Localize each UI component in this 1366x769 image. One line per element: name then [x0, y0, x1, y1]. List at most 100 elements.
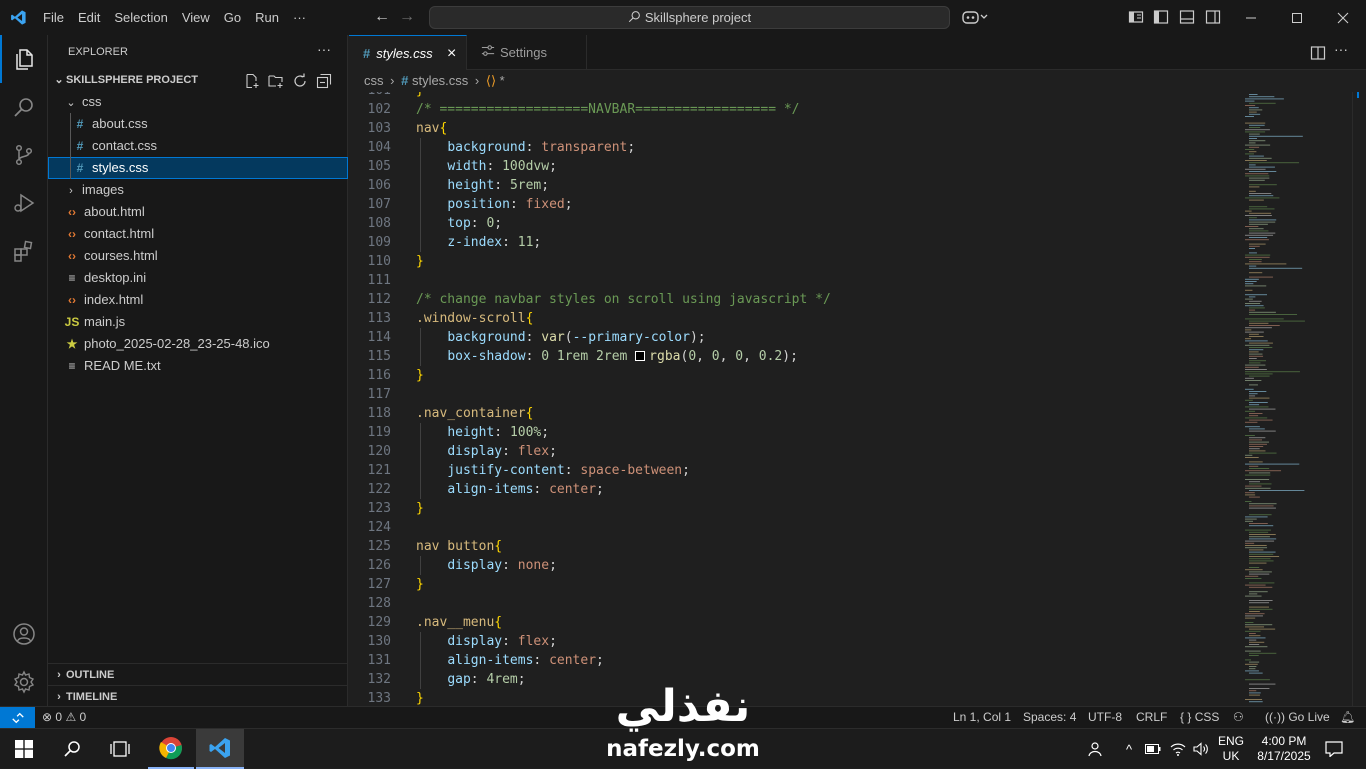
code-editor[interactable]: 101 } 102 /* ===================NAVBAR===…	[349, 92, 1239, 706]
copilot-status-icon[interactable]: ⚇	[1233, 707, 1244, 728]
minimap-line	[1249, 441, 1269, 443]
more-editor-actions[interactable]: ···	[1334, 41, 1348, 57]
vscode-logo-icon	[0, 0, 36, 35]
file-item[interactable]: # contact.css	[48, 135, 348, 157]
line-number: 124	[367, 520, 391, 535]
wifi-icon[interactable]	[1167, 729, 1189, 769]
menu-item[interactable]: File	[36, 0, 71, 35]
explorer-icon[interactable]	[0, 35, 48, 83]
line-number: 122	[367, 482, 391, 497]
chrome-icon[interactable]	[148, 729, 194, 769]
language-indicator[interactable]: ENG UK	[1212, 729, 1250, 769]
minimap-line	[1249, 415, 1259, 417]
tab-styles-css[interactable]: # styles.css ×	[349, 35, 467, 71]
taskbar-search-icon[interactable]	[48, 729, 96, 769]
task-view-icon[interactable]	[96, 729, 144, 769]
vscode-taskbar-icon[interactable]	[196, 729, 244, 769]
chevron-up-icon[interactable]: ^	[1119, 729, 1139, 769]
vertical-scrollbar[interactable]	[1352, 92, 1366, 706]
file-item[interactable]: ‹› about.html	[48, 201, 348, 223]
minimap-line	[1249, 430, 1276, 432]
source-control-icon[interactable]	[0, 131, 48, 179]
people-icon[interactable]	[1082, 729, 1106, 769]
notifications-bell-icon[interactable]: 🔔︎	[1340, 707, 1355, 728]
file-item[interactable]: ‹› courses.html	[48, 245, 348, 267]
minimap-line	[1249, 127, 1261, 128]
menu-item[interactable]: Run	[248, 0, 286, 35]
problems-indicator[interactable]: ⊗ 0 ⚠ 0	[42, 707, 86, 728]
minimap-line	[1249, 135, 1303, 137]
folder-item[interactable]: ⌄ css	[48, 91, 348, 113]
tab-settings[interactable]: Settings	[467, 35, 587, 70]
file-item[interactable]: ≡ desktop.ini	[48, 267, 348, 289]
new-file-icon[interactable]	[244, 73, 260, 92]
indentation[interactable]: Spaces: 4	[1023, 707, 1076, 728]
remote-icon[interactable]	[0, 707, 35, 728]
search-view-icon[interactable]	[0, 83, 48, 131]
file-item[interactable]: ‹› contact.html	[48, 223, 348, 245]
new-folder-icon[interactable]	[268, 73, 284, 92]
toggle-primary-sidebar-icon[interactable]	[1153, 9, 1169, 25]
code-token: 0	[688, 349, 697, 364]
battery-icon[interactable]	[1143, 729, 1163, 769]
split-editor-icon[interactable]	[1310, 45, 1326, 64]
breadcrumb-file[interactable]: styles.css	[412, 73, 468, 88]
minimap-line	[1245, 256, 1270, 258]
menu-item[interactable]: Selection	[107, 0, 174, 35]
windows-start-icon[interactable]	[0, 729, 48, 769]
menu-item[interactable]: Edit	[71, 0, 107, 35]
customize-layout-icon[interactable]	[1128, 9, 1144, 25]
refresh-icon[interactable]	[292, 73, 308, 92]
end-of-line[interactable]: CRLF	[1136, 707, 1167, 728]
menu-item[interactable]: ···	[286, 0, 313, 35]
notification-center-icon[interactable]	[1318, 729, 1350, 769]
volume-icon[interactable]	[1190, 729, 1212, 769]
language-mode[interactable]: { } CSS	[1180, 707, 1219, 728]
breadcrumb-symbol[interactable]: *	[500, 73, 505, 88]
folder-item[interactable]: › images	[48, 179, 348, 201]
timeline-section[interactable]: › TIMELINE	[48, 685, 348, 707]
cursor-position[interactable]: Ln 1, Col 1	[953, 707, 1011, 728]
file-item[interactable]: # styles.css	[48, 157, 348, 179]
command-center-search[interactable]: Skillsphere project	[429, 6, 950, 29]
minimize-button[interactable]	[1228, 0, 1274, 35]
menu-item[interactable]: View	[175, 0, 217, 35]
more-actions-button[interactable]: ···	[317, 41, 331, 57]
file-item[interactable]: # about.css	[48, 113, 348, 135]
maximize-button[interactable]	[1274, 0, 1320, 35]
minimap[interactable]	[1239, 92, 1352, 706]
indent-guide	[420, 651, 421, 670]
file-item[interactable]: JS main.js	[48, 311, 348, 333]
forward-arrow-icon[interactable]: →	[399, 8, 415, 26]
encoding[interactable]: UTF-8	[1088, 707, 1122, 728]
clock[interactable]: 4:00 PM 8/17/2025	[1250, 729, 1318, 769]
run-debug-icon[interactable]	[0, 179, 48, 227]
minimap-line	[1245, 226, 1259, 227]
file-item[interactable]: ★ photo_2025-02-28_23-25-48.ico	[48, 333, 348, 355]
go-live-button[interactable]: ((·)) Go Live	[1265, 707, 1330, 728]
collapse-all-icon[interactable]	[316, 73, 332, 92]
breadcrumb-separator: ›	[390, 73, 395, 88]
minimap-line	[1249, 311, 1276, 313]
code-token: background	[447, 140, 526, 155]
outline-section[interactable]: › OUTLINE	[48, 663, 348, 685]
code-line: gap: 4rem;	[416, 670, 525, 689]
copilot-icon[interactable]	[962, 9, 988, 25]
breadcrumb-folder[interactable]: css	[364, 73, 384, 88]
menu-item[interactable]: Go	[217, 0, 248, 35]
extensions-icon[interactable]	[0, 227, 48, 275]
back-arrow-icon[interactable]: ←	[374, 8, 390, 26]
file-item[interactable]: ‹› index.html	[48, 289, 348, 311]
manage-gear-icon[interactable]	[0, 658, 48, 706]
color-swatch[interactable]	[635, 351, 646, 361]
minimap-line	[1245, 613, 1265, 615]
file-item[interactable]: ≡ READ ME.txt	[48, 355, 348, 377]
toggle-panel-icon[interactable]	[1179, 9, 1195, 25]
accounts-icon[interactable]	[0, 610, 48, 658]
toggle-secondary-sidebar-icon[interactable]	[1205, 9, 1221, 25]
close-tab-icon[interactable]: ×	[447, 36, 456, 71]
ini-file-icon: ≡	[68, 271, 76, 285]
minimap-line	[1245, 210, 1252, 212]
close-window-button[interactable]	[1320, 0, 1366, 35]
indent-guide	[420, 214, 421, 233]
